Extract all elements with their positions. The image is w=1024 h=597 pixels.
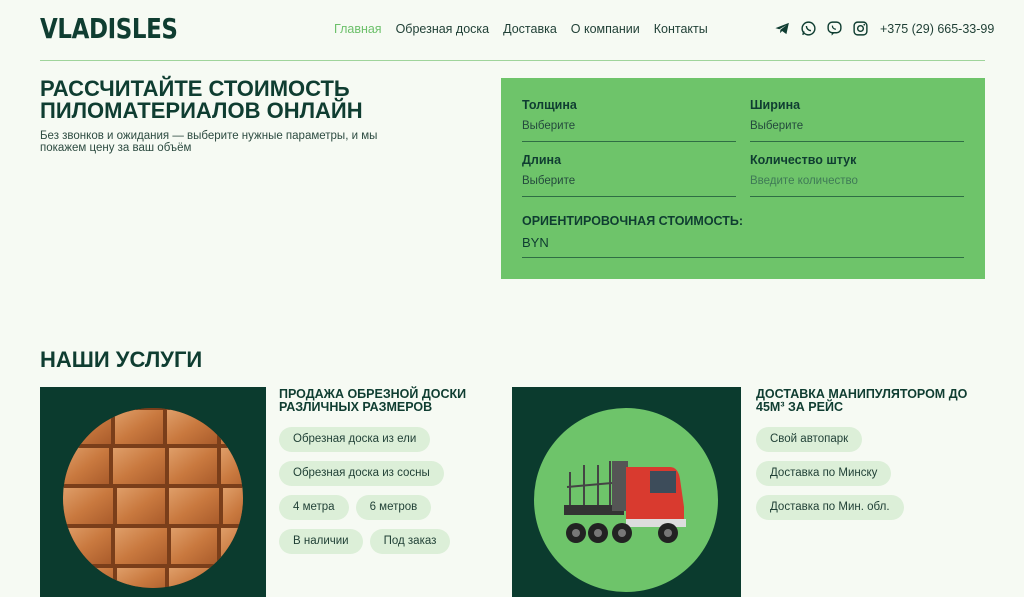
viber-icon[interactable] [826, 20, 843, 37]
cost-label: ОРИЕНТИРОВОЧНАЯ СТОИМОСТЬ: [522, 214, 744, 228]
quantity-label: Количество штук [750, 153, 857, 167]
tag-on-order[interactable]: Под заказ [369, 529, 451, 554]
length-label: Длина [522, 153, 562, 167]
tag-spruce-board[interactable]: Обрезная доска из ели [279, 427, 431, 452]
thickness-select[interactable]: Выберите [522, 120, 736, 142]
hero-title: Рассчитайте стоимость пиломатериалов онл… [40, 76, 363, 123]
thickness-field: Толщина Выберите [522, 98, 736, 142]
nav-item-contacts[interactable]: Контакты [654, 22, 708, 36]
nav-item-home[interactable]: Главная [334, 22, 382, 36]
phone-number[interactable]: +375 (29) 665-33-99 [880, 22, 994, 36]
service-tags-lumber: Обрезная доска из ели Обрезная доска из … [279, 427, 469, 554]
nav-item-delivery[interactable]: Доставка [503, 22, 557, 36]
header-divider [40, 60, 985, 61]
quantity-input[interactable]: Введите количество [750, 175, 964, 197]
service-title-lumber: Продажа обрезной доски различных размеро… [279, 387, 467, 414]
width-label: Ширина [750, 98, 801, 112]
tag-pine-board[interactable]: Обрезная доска из сосны [279, 461, 444, 486]
nav-item-edged-board[interactable]: Обрезная доска [396, 22, 490, 36]
social-links [774, 20, 869, 37]
quantity-field: Количество штук Введите количество [750, 153, 964, 197]
service-title-delivery: Доставка манипулятором до 45м³ за рейс [756, 387, 968, 414]
tag-6-meters[interactable]: 6 метров [355, 495, 432, 520]
width-field: Ширина Выберите [750, 98, 964, 142]
main-nav: Главная Обрезная доска Доставка О компан… [334, 22, 708, 36]
tag-4-meters[interactable]: 4 метра [279, 495, 349, 520]
hero-subtitle: Без звонков и ожидания — выберите нужные… [40, 130, 378, 154]
service-tags-delivery: Свой автопарк Доставка по Минску Доставк… [756, 427, 916, 520]
whatsapp-icon[interactable] [800, 20, 817, 37]
cost-value: BYN [522, 235, 964, 258]
site-header: VLADISLES Главная Обрезная доска Доставк… [0, 0, 1024, 60]
nav-item-about[interactable]: О компании [571, 22, 640, 36]
width-select[interactable]: Выберите [750, 120, 964, 142]
telegram-icon[interactable] [774, 20, 791, 37]
thickness-label: Толщина [522, 98, 577, 112]
instagram-icon[interactable] [852, 20, 869, 37]
site-logo[interactable]: VLADISLES [40, 12, 178, 45]
lumber-image [40, 387, 266, 597]
length-field: Длина Выберите [522, 153, 736, 197]
truck-image [512, 387, 741, 597]
price-calculator: Толщина Выберите Ширина Выберите Длина В… [501, 78, 985, 279]
length-select[interactable]: Выберите [522, 175, 736, 197]
tag-region-delivery[interactable]: Доставка по Мин. обл. [756, 495, 904, 520]
tag-minsk-delivery[interactable]: Доставка по Минску [756, 461, 892, 486]
tag-in-stock[interactable]: В наличии [279, 529, 363, 554]
tag-own-fleet[interactable]: Свой автопарк [756, 427, 863, 452]
services-title: НАШИ УСЛУГИ [40, 347, 203, 372]
